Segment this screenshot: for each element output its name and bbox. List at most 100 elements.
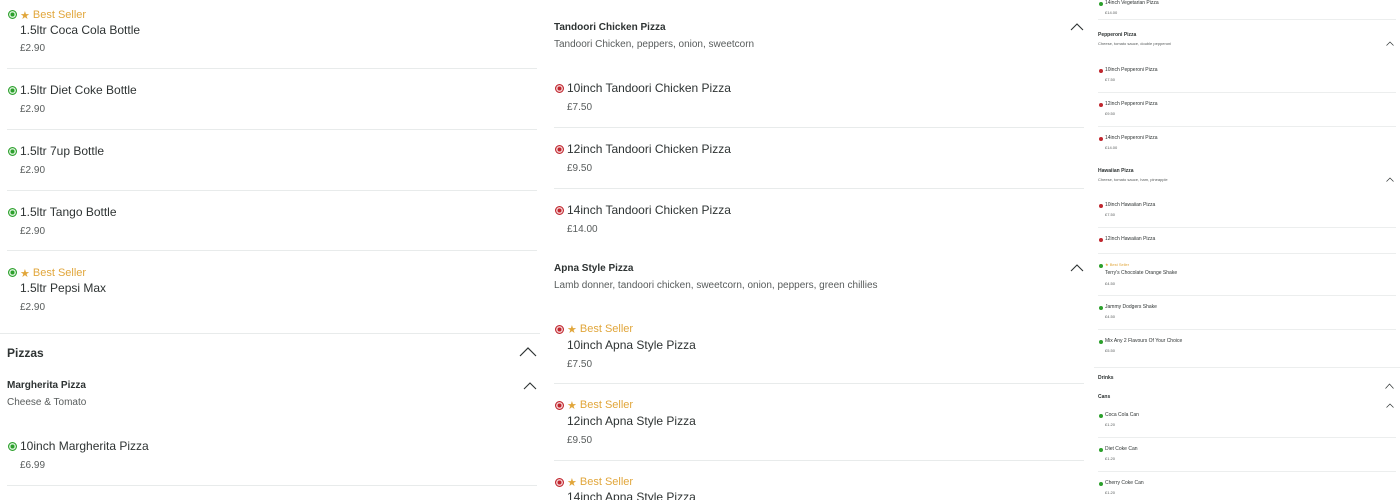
item-price: £4.50 xyxy=(1105,281,1116,286)
category-title: Hawaiian Pizza xyxy=(1098,168,1134,174)
nonveg-indicator-icon xyxy=(1099,204,1103,208)
menu-item[interactable]: ★ Best Seller 1.5ltr Pepsi Max £2.90 xyxy=(7,251,537,334)
star-icon: ★ xyxy=(567,476,577,489)
menu-item[interactable]: 12inch Tandoori Chicken Pizza £9.50 xyxy=(554,128,1084,189)
menu-item[interactable]: 10inch Hawaiian Pizza £7.50 xyxy=(1098,198,1396,228)
menu-item[interactable]: Cherry Coke Can £1.20 xyxy=(1098,476,1396,500)
chevron-up-icon[interactable] xyxy=(523,381,537,390)
category-header-pepperoni[interactable]: Pepperoni Pizza Cheese, tomato sauce, do… xyxy=(1098,32,1396,48)
menu-item[interactable]: 10inch Pepperoni Pizza £7.50 xyxy=(1098,63,1396,93)
menu-item[interactable]: 10inch Tandoori Chicken Pizza £7.50 xyxy=(554,67,1084,128)
item-price: £2.90 xyxy=(20,226,46,237)
best-seller-badge: ★ Best Seller xyxy=(567,475,633,489)
veg-indicator-icon xyxy=(1099,264,1103,268)
star-icon: ★ xyxy=(567,323,577,336)
chevron-up-icon[interactable] xyxy=(1386,33,1394,51)
item-name: 14inch Apna Style Pizza xyxy=(567,490,696,500)
section-header-drinks[interactable]: Drinks xyxy=(1098,375,1396,389)
chevron-up-icon[interactable] xyxy=(519,345,537,357)
item-name: 1.5ltr Tango Bottle xyxy=(20,205,117,219)
menu-item[interactable]: Jammy Dodgers Shake £4.50 xyxy=(1098,300,1396,330)
chevron-up-icon[interactable] xyxy=(1385,376,1394,394)
category-header-margherita[interactable]: Margherita Pizza Cheese & Tomato xyxy=(7,380,537,412)
item-price: £2.90 xyxy=(20,165,46,176)
item-price: £7.50 xyxy=(567,102,593,113)
item-name: Cherry Coke Can xyxy=(1105,480,1144,486)
item-name: 10inch Pepperoni Pizza xyxy=(1105,67,1158,73)
menu-item[interactable]: 12inch Pepperoni Pizza £9.50 xyxy=(1098,97,1396,127)
veg-indicator-icon xyxy=(1099,340,1103,344)
best-seller-badge: ★ Best Seller xyxy=(20,266,86,280)
veg-indicator-icon xyxy=(1099,482,1103,486)
item-price: £7.50 xyxy=(1105,212,1116,217)
star-icon: ★ xyxy=(1105,262,1109,267)
nonveg-indicator-icon xyxy=(555,206,564,215)
star-icon: ★ xyxy=(567,399,577,412)
item-name: Diet Coke Can xyxy=(1105,446,1138,452)
menu-item[interactable]: ★ Best Seller 10inch Apna Style Pizza £7… xyxy=(554,308,1084,384)
menu-item[interactable]: 14inch Vegetarian Pizza £14.00 xyxy=(1098,0,1396,20)
menu-item[interactable]: Mix Any 2 Flavours Of Your Choice £5.50 xyxy=(1098,334,1396,364)
veg-indicator-icon xyxy=(8,442,17,451)
veg-indicator-icon xyxy=(8,268,17,277)
veg-indicator-icon xyxy=(1099,414,1103,418)
item-price: £14.00 xyxy=(1105,145,1118,150)
menu-item[interactable]: Coca Cola Can £1.20 xyxy=(1098,408,1396,438)
nonveg-indicator-icon xyxy=(555,478,564,487)
menu-item[interactable]: ★ Best Seller 1.5ltr Coca Cola Bottle £2… xyxy=(7,0,537,69)
item-name: 14inch Tandoori Chicken Pizza xyxy=(567,203,731,217)
best-seller-badge: ★ Best Seller xyxy=(567,322,633,336)
category-header-cans[interactable]: Cans xyxy=(1098,394,1396,408)
chevron-up-icon[interactable] xyxy=(1070,22,1084,31)
veg-indicator-icon xyxy=(1099,2,1103,6)
chevron-up-icon[interactable] xyxy=(1386,169,1394,187)
veg-indicator-icon xyxy=(1099,448,1103,452)
menu-item[interactable]: 14inch Tandoori Chicken Pizza £14.00 xyxy=(554,189,1084,249)
best-seller-label: Best Seller xyxy=(32,267,87,279)
item-price: £2.90 xyxy=(20,43,46,54)
menu-item[interactable]: 12inch Hawaiian Pizza xyxy=(1098,232,1396,254)
nonveg-indicator-icon xyxy=(1099,238,1103,242)
category-description: Cheese, tomato sauce, double pepperoni xyxy=(1098,41,1172,46)
item-price: £5.50 xyxy=(1105,348,1116,353)
item-price: £6.99 xyxy=(20,460,46,471)
menu-item[interactable]: 10inch Margherita Pizza £6.99 xyxy=(7,425,537,486)
nonveg-indicator-icon xyxy=(555,325,564,334)
menu-item[interactable]: ★ Best Seller Terry's Chocolate Orange S… xyxy=(1098,258,1396,296)
menu-column-middle: Tandoori Chicken Pizza Tandoori Chicken,… xyxy=(548,0,1088,500)
category-description: Lamb donner, tandoori chicken, sweetcorn… xyxy=(554,280,878,291)
nonveg-indicator-icon xyxy=(1099,103,1103,107)
item-name: 12inch Hawaiian Pizza xyxy=(1105,236,1156,242)
menu-item[interactable]: 1.5ltr 7up Bottle £2.90 xyxy=(7,130,537,191)
category-description: Cheese & Tomato xyxy=(7,397,87,408)
chevron-up-icon[interactable] xyxy=(1070,263,1084,272)
category-header-apna[interactable]: Apna Style Pizza Lamb donner, tandoori c… xyxy=(554,263,1084,295)
section-divider xyxy=(1094,367,1400,368)
item-price: £1.20 xyxy=(1105,490,1116,495)
item-price: £7.50 xyxy=(567,359,593,370)
star-icon: ★ xyxy=(20,9,30,22)
item-name: 10inch Tandoori Chicken Pizza xyxy=(567,81,731,95)
menu-item[interactable]: 14inch Pepperoni Pizza £14.00 xyxy=(1098,131,1396,159)
menu-column-right: 14inch Vegetarian Pizza £14.00 Pepperoni… xyxy=(1094,0,1400,500)
menu-item[interactable]: 1.5ltr Diet Coke Bottle £2.90 xyxy=(7,69,537,130)
best-seller-label: Best Seller xyxy=(579,476,634,488)
nonveg-indicator-icon xyxy=(1099,137,1103,141)
item-name: 12inch Tandoori Chicken Pizza xyxy=(567,142,731,156)
category-header-tandoori[interactable]: Tandoori Chicken Pizza Tandoori Chicken,… xyxy=(554,22,1084,54)
menu-item[interactable]: ★ Best Seller 14inch Apna Style Pizza xyxy=(554,461,1084,500)
item-name: 10inch Hawaiian Pizza xyxy=(1105,202,1156,208)
section-title: Pizzas xyxy=(7,346,44,360)
item-name: Coca Cola Can xyxy=(1105,412,1139,418)
menu-item[interactable]: Diet Coke Can £1.20 xyxy=(1098,442,1396,472)
best-seller-label: Best Seller xyxy=(579,323,634,335)
veg-indicator-icon xyxy=(1099,306,1103,310)
category-header-hawaiian[interactable]: Hawaiian Pizza Cheese, tomato sauce, ham… xyxy=(1098,168,1396,184)
item-name: 10inch Apna Style Pizza xyxy=(567,338,696,352)
menu-item[interactable]: ★ Best Seller 12inch Apna Style Pizza £9… xyxy=(554,384,1084,461)
item-price: £2.90 xyxy=(20,302,46,313)
item-name: 12inch Apna Style Pizza xyxy=(567,414,696,428)
section-header-pizzas[interactable]: Pizzas xyxy=(7,345,537,365)
menu-item[interactable]: 1.5ltr Tango Bottle £2.90 xyxy=(7,191,537,251)
best-seller-badge: ★ Best Seller xyxy=(567,398,633,412)
